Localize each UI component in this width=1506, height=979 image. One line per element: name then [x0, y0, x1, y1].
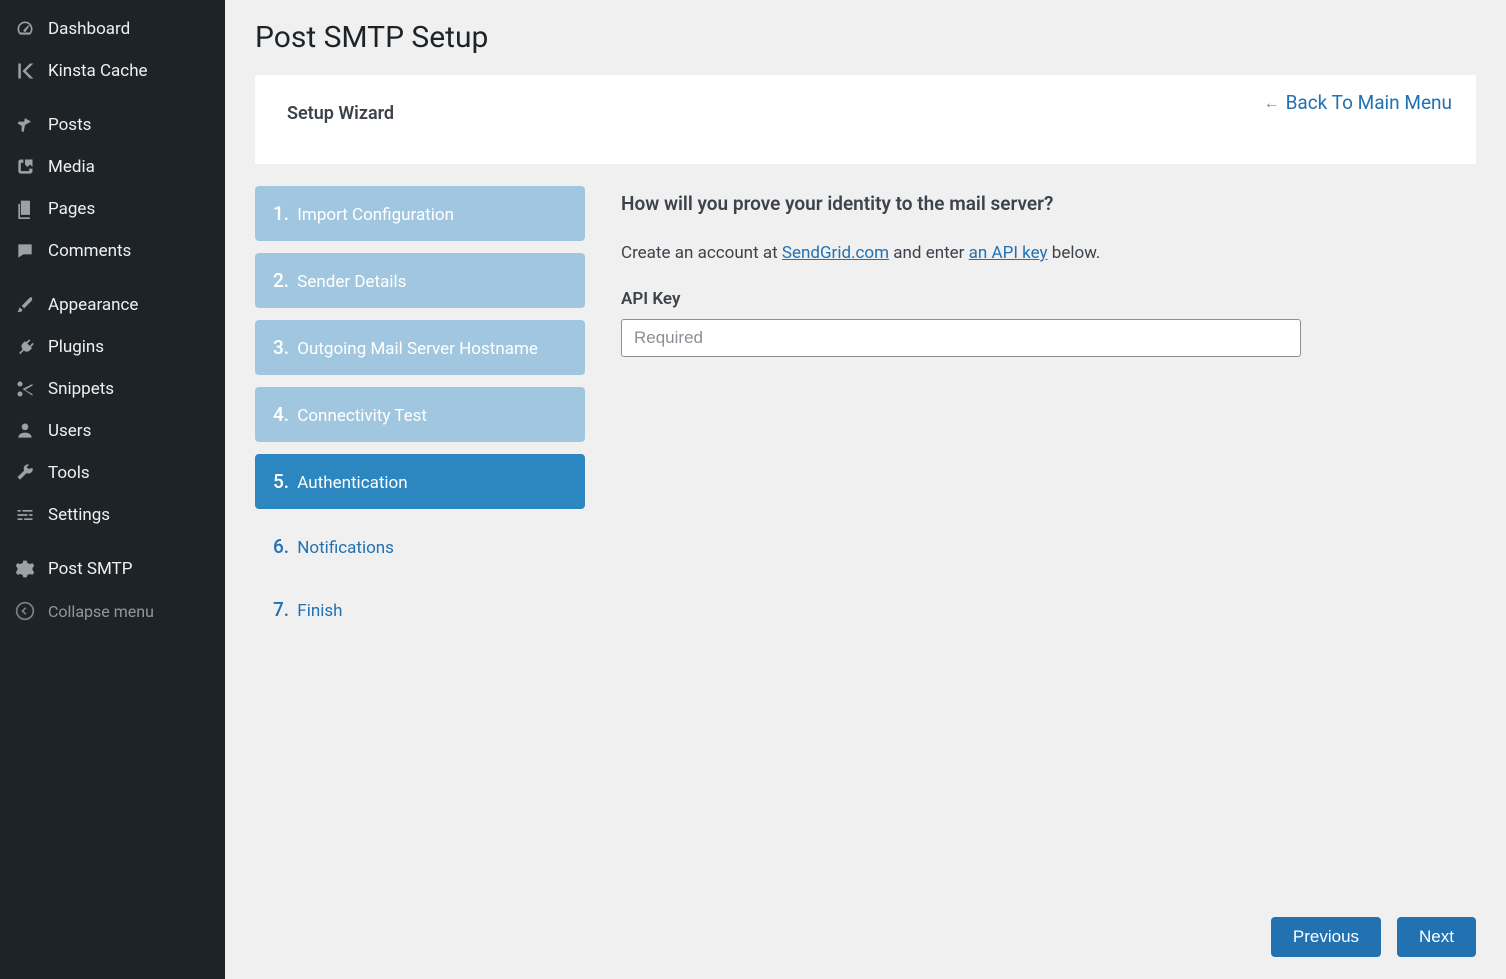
step-label: Import Configuration: [297, 205, 454, 225]
wizard-header: ← Back To Main Menu Setup Wizard: [255, 75, 1476, 164]
arrow-left-icon: ←: [1264, 93, 1280, 113]
sidebar-item-label: Snippets: [48, 379, 114, 399]
sliders-icon: [14, 504, 36, 526]
collapse-menu-button[interactable]: Collapse menu: [0, 590, 225, 632]
sidebar-item-label: Plugins: [48, 337, 104, 357]
step-outgoing-mail-server[interactable]: 3. Outgoing Mail Server Hostname: [255, 320, 585, 375]
pages-icon: [14, 198, 36, 220]
sidebar-item-label: Post SMTP: [48, 559, 132, 579]
sidebar-item-label: Appearance: [48, 295, 138, 315]
back-to-main-link[interactable]: ← Back To Main Menu: [1264, 91, 1452, 114]
page-title: Post SMTP Setup: [255, 20, 1476, 55]
sidebar-separator: [0, 92, 225, 104]
brush-icon: [14, 294, 36, 316]
step-number: 3.: [273, 336, 289, 359]
next-button[interactable]: Next: [1397, 917, 1476, 957]
sidebar-item-pages[interactable]: Pages: [0, 188, 225, 230]
step-label: Finish: [297, 601, 342, 621]
api-key-label: API Key: [621, 289, 1476, 309]
gauge-icon: [14, 18, 36, 40]
api-key-input[interactable]: [621, 319, 1301, 357]
pin-icon: [14, 114, 36, 136]
sidebar-item-label: Kinsta Cache: [48, 61, 148, 81]
step-authentication[interactable]: 5. Authentication: [255, 454, 585, 509]
gear-icon: [14, 558, 36, 580]
api-key-link[interactable]: an API key: [969, 243, 1048, 263]
collapse-menu-label: Collapse menu: [48, 602, 154, 621]
step-label: Outgoing Mail Server Hostname: [297, 339, 538, 359]
sidebar-item-posts[interactable]: Posts: [0, 104, 225, 146]
sendgrid-link[interactable]: SendGrid.com: [782, 243, 889, 263]
sidebar-item-media[interactable]: Media: [0, 146, 225, 188]
user-icon: [14, 420, 36, 442]
content-column: How will you prove your identity to the …: [621, 186, 1476, 635]
sidebar-separator: [0, 272, 225, 284]
main-content: Post SMTP Setup ← Back To Main Menu Setu…: [225, 0, 1506, 979]
sidebar-item-dashboard[interactable]: Dashboard: [0, 8, 225, 50]
sidebar-item-label: Users: [48, 421, 91, 441]
step-number: 5.: [273, 470, 289, 493]
step-sender-details[interactable]: 2. Sender Details: [255, 253, 585, 308]
sidebar-item-label: Pages: [48, 199, 95, 219]
sidebar-item-label: Tools: [48, 463, 90, 483]
step-import-configuration[interactable]: 1. Import Configuration: [255, 186, 585, 241]
step-connectivity-test[interactable]: 4. Connectivity Test: [255, 387, 585, 442]
media-icon: [14, 156, 36, 178]
sidebar-item-plugins[interactable]: Plugins: [0, 326, 225, 368]
admin-sidebar: Dashboard Kinsta Cache Posts Media Pages…: [0, 0, 225, 979]
sidebar-item-label: Settings: [48, 505, 110, 525]
plug-icon: [14, 336, 36, 358]
wizard-buttons: Previous Next: [1271, 917, 1476, 957]
sidebar-item-label: Comments: [48, 241, 131, 261]
step-label: Authentication: [297, 473, 407, 493]
content-description: Create an account at SendGrid.com and en…: [621, 243, 1476, 263]
wizard-body: 1. Import Configuration 2. Sender Detail…: [255, 186, 1476, 635]
sidebar-item-appearance[interactable]: Appearance: [0, 284, 225, 326]
sidebar-separator: [0, 536, 225, 548]
scissors-icon: [14, 378, 36, 400]
kinsta-icon: [14, 60, 36, 82]
back-link-label: Back To Main Menu: [1286, 91, 1452, 114]
sidebar-item-label: Media: [48, 157, 95, 177]
step-number: 2.: [273, 269, 289, 292]
wrench-icon: [14, 462, 36, 484]
sidebar-item-users[interactable]: Users: [0, 410, 225, 452]
step-finish[interactable]: 7. Finish: [255, 584, 585, 635]
step-number: 7.: [273, 598, 289, 621]
sidebar-item-label: Posts: [48, 115, 91, 135]
sidebar-item-label: Dashboard: [48, 19, 130, 39]
step-number: 6.: [273, 535, 289, 558]
step-number: 4.: [273, 403, 289, 426]
previous-button[interactable]: Previous: [1271, 917, 1381, 957]
steps-column: 1. Import Configuration 2. Sender Detail…: [255, 186, 585, 635]
comment-icon: [14, 240, 36, 262]
content-heading: How will you prove your identity to the …: [621, 192, 1476, 215]
sidebar-item-tools[interactable]: Tools: [0, 452, 225, 494]
sidebar-item-post-smtp[interactable]: Post SMTP: [0, 548, 225, 590]
step-label: Connectivity Test: [297, 406, 427, 426]
sidebar-item-comments[interactable]: Comments: [0, 230, 225, 272]
sidebar-item-kinsta-cache[interactable]: Kinsta Cache: [0, 50, 225, 92]
sidebar-item-snippets[interactable]: Snippets: [0, 368, 225, 410]
step-number: 1.: [273, 202, 289, 225]
step-label: Notifications: [297, 538, 394, 558]
collapse-icon: [14, 600, 36, 622]
sidebar-item-settings[interactable]: Settings: [0, 494, 225, 536]
step-notifications[interactable]: 6. Notifications: [255, 521, 585, 572]
step-label: Sender Details: [297, 272, 406, 292]
